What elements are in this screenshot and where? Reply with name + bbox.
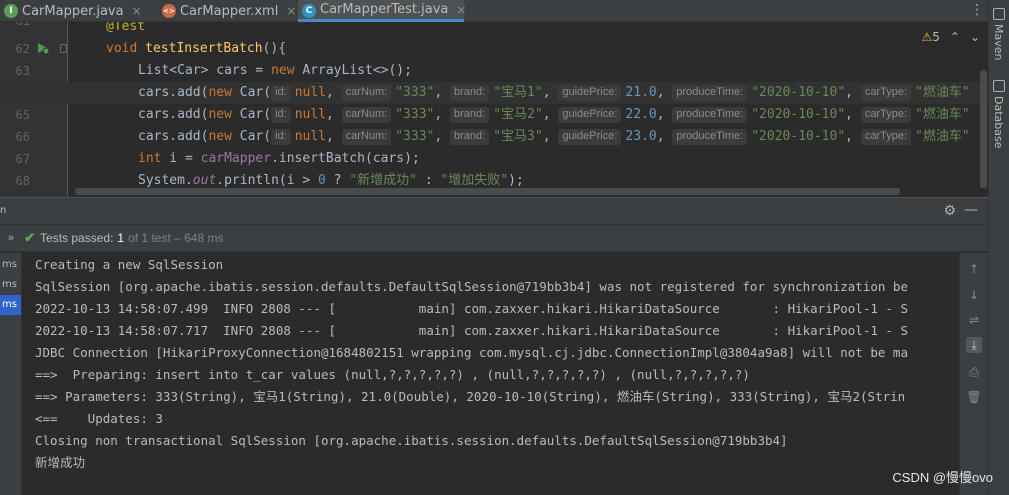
console-line: <== Updates: 3: [35, 411, 163, 426]
hide-panel-icon[interactable]: —: [964, 202, 978, 218]
trash-icon[interactable]: 🗑: [966, 389, 982, 405]
code-line: void testInsertBatch(){: [0, 38, 988, 60]
console-line: Creating a new SqlSession: [35, 257, 224, 272]
interface-icon: I: [4, 4, 18, 18]
editor-vertical-scrollbar[interactable]: [980, 70, 987, 188]
close-icon[interactable]: ×: [456, 3, 466, 17]
param-hint: id:: [271, 107, 291, 123]
param-hint: carNum:: [341, 129, 392, 145]
test-status-bar: » ✔ Tests passed: 1 of 1 test – 648 ms: [0, 225, 988, 252]
close-icon[interactable]: ×: [132, 4, 142, 18]
code-line: cars.add(new Car(id: null, carNum: "333", …: [138, 129, 970, 145]
param-hint: brand:: [450, 85, 490, 101]
keyword: new: [271, 63, 295, 78]
close-icon[interactable]: ×: [286, 4, 296, 18]
xml-file-icon: <>: [162, 4, 176, 18]
tab-label: CarMapper.xml: [180, 3, 279, 19]
param-hint: carNum:: [341, 85, 392, 101]
class-icon: C: [302, 4, 316, 18]
param-hint: produceTime:: [672, 107, 748, 123]
code-text: ArrayList<>();: [294, 63, 412, 78]
field-name: carMapper: [200, 151, 272, 166]
param-hint: id:: [271, 129, 291, 145]
code-line: List<Car> cars = new ArrayList<>();: [0, 60, 988, 82]
test-duration-item[interactable]: ms: [0, 275, 21, 295]
tab-carmapper-xml[interactable]: <> CarMapper.xml ×: [158, 0, 296, 22]
param-hint: produceTime:: [672, 129, 748, 145]
tab-label: CarMapperTest.java: [320, 2, 449, 17]
code-line-current: cars.add(new Car(id: null, carNum: "333", …: [0, 82, 988, 104]
soft-wrap-icon[interactable]: ⇌: [966, 312, 982, 328]
run-tool-window-header: n ⚙ —: [0, 197, 988, 225]
console-line: ==> Parameters: 333(String), 宝马1(String)…: [35, 389, 906, 404]
maven-icon: [993, 8, 1005, 20]
editor-horizontal-scrollbar[interactable]: [75, 188, 900, 195]
tests-passed-label: Tests passed:: [40, 231, 114, 245]
code-line: cars.add(new Car(id: null, carNum: "333", …: [138, 107, 970, 123]
param-hint: brand:: [450, 129, 490, 145]
right-tool-strip: Maven Database: [988, 0, 1009, 495]
tab-carmappertest-java[interactable]: C CarMapperTest.java ×: [298, 0, 466, 22]
param-hint: carType:: [860, 85, 911, 101]
console-line: 新增成功: [35, 455, 86, 470]
scroll-to-end-icon[interactable]: ⤓: [966, 337, 982, 353]
code-text: List<Car> cars =: [138, 63, 272, 78]
method-name: testInsertBatch: [145, 41, 263, 56]
keyword: int: [138, 151, 162, 166]
console-output[interactable]: Creating a new SqlSession SqlSession [or…: [21, 253, 959, 495]
test-tree-sidebar: ms ms ms: [0, 253, 21, 495]
keyword: void: [106, 41, 138, 56]
database-icon: [993, 80, 1005, 92]
param-hint: guidePrice:: [558, 85, 622, 101]
database-panel-button[interactable]: Database: [992, 96, 1005, 149]
check-icon: ✔: [24, 230, 36, 245]
expand-icon[interactable]: »: [8, 232, 14, 244]
console-line: JDBC Connection [HikariProxyConnection@1…: [35, 345, 908, 360]
console-line: SqlSession [org.apache.ibatis.session.de…: [35, 279, 908, 294]
gear-icon[interactable]: ⚙: [943, 203, 956, 219]
more-icon[interactable]: ⋮: [970, 2, 984, 18]
code-line: @Test: [0, 22, 988, 38]
console-line: Closing non transactional SqlSession [or…: [35, 433, 788, 448]
param-hint: carNum:: [341, 107, 392, 123]
param-hint: guidePrice:: [558, 129, 622, 145]
param-hint: guidePrice:: [558, 107, 622, 123]
test-duration-item[interactable]: ms: [0, 255, 21, 275]
code-line: int i = carMapper.insertBatch(cars);: [138, 151, 420, 166]
watermark: CSDN @慢慢ovo: [892, 470, 993, 485]
print-icon[interactable]: ⎙: [966, 364, 982, 380]
arrow-up-icon[interactable]: ↑: [966, 261, 982, 277]
field-name: out: [192, 173, 217, 188]
maven-panel-button[interactable]: Maven: [992, 24, 1005, 60]
param-hint: produceTime:: [672, 85, 748, 101]
tab-label: CarMapper.java: [22, 3, 124, 19]
tab-carmapper-java[interactable]: I CarMapper.java ×: [0, 0, 152, 22]
test-duration-item-selected[interactable]: ms: [0, 295, 21, 315]
param-hint: carType:: [860, 107, 911, 123]
console-line: 2022-10-13 14:58:07.717 INFO 2808 --- [ …: [35, 323, 908, 338]
console-toolbar: ↑ ↓ ⇌ ⤓ ⎙ 🗑: [959, 253, 988, 495]
param-hint: brand:: [450, 107, 490, 123]
param-hint: carType:: [860, 129, 911, 145]
editor-tab-bar: I CarMapper.java × <> CarMapper.xml × C …: [0, 0, 988, 22]
run-tab[interactable]: n: [0, 205, 6, 216]
console-line: 2022-10-13 14:58:07.499 INFO 2808 --- [ …: [35, 301, 908, 316]
param-hint: id:: [271, 85, 291, 101]
console-line: ==> Preparing: insert into t_car values …: [35, 367, 750, 382]
tests-passed-count: 1: [117, 231, 125, 245]
arrow-down-icon[interactable]: ↓: [966, 287, 982, 303]
code-editor[interactable]: 61 62 63 64 65 66 67 68 ⚠5 ⌃ ⌄ @Test voi…: [0, 22, 988, 197]
code-text: (){: [262, 41, 287, 56]
annotation: @Test: [106, 22, 146, 34]
tests-detail: of 1 test – 648 ms: [128, 231, 224, 245]
